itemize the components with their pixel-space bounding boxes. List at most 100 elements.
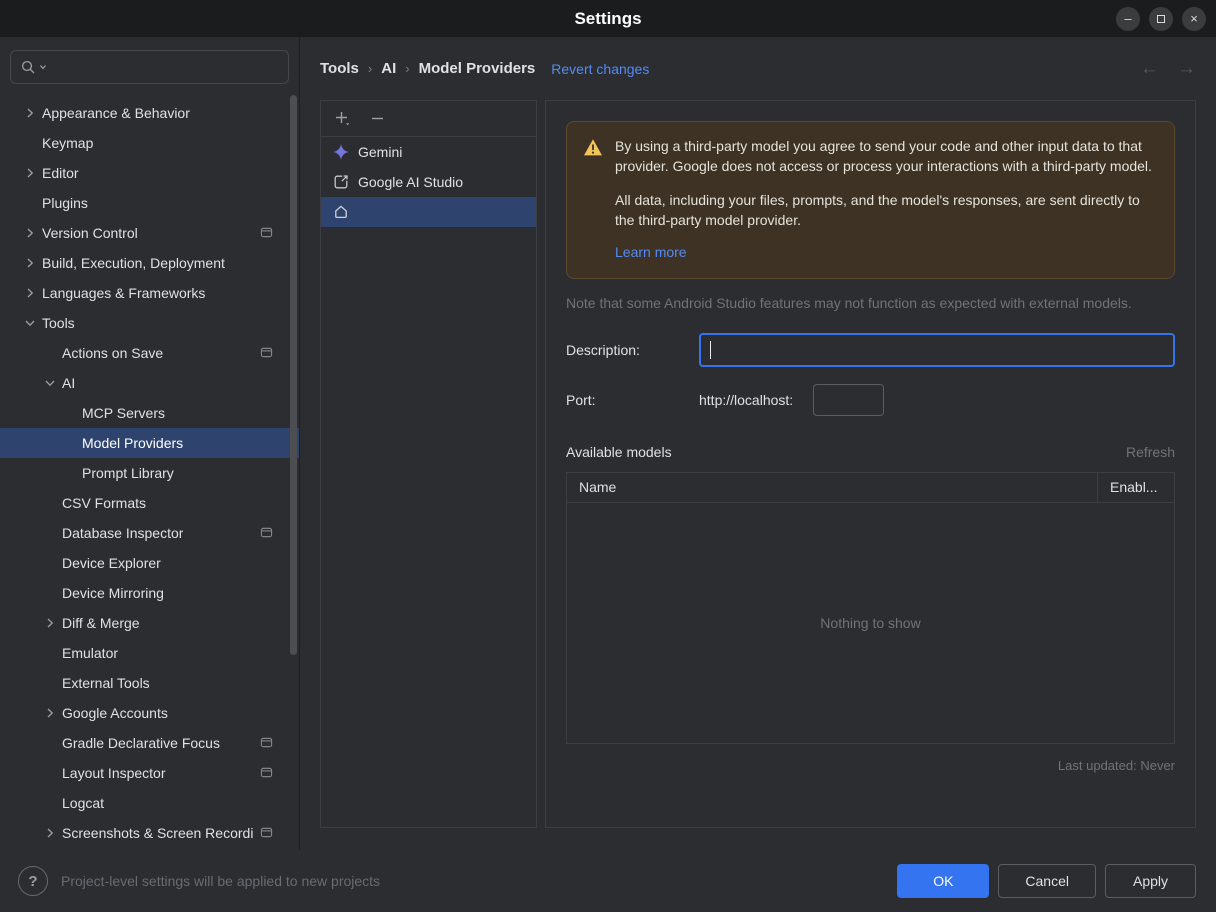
sidebar-scrollbar[interactable] <box>290 95 297 655</box>
close-button[interactable]: × <box>1182 6 1206 31</box>
ide-settings-badge-icon <box>260 766 273 779</box>
sidebar-item-plugins[interactable]: Plugins <box>0 188 299 218</box>
warning-icon <box>583 138 603 262</box>
sidebar-item-external-tools[interactable]: External Tools <box>0 668 299 698</box>
last-updated-text: Last updated: Never <box>1057 757 1175 773</box>
ide-settings-badge-icon <box>260 736 273 749</box>
sidebar-item-languages-frameworks[interactable]: Languages & Frameworks <box>0 278 299 308</box>
sidebar-item-database-inspector[interactable]: Database Inspector <box>0 518 299 548</box>
breadcrumb-tools[interactable]: Tools <box>320 60 359 77</box>
breadcrumb: Tools › AI › Model Providers Revert chan… <box>300 37 1216 100</box>
settings-search-input[interactable] <box>10 50 289 84</box>
sidebar-item-build-execution-deployment[interactable]: Build, Execution, Deployment <box>0 248 299 278</box>
learn-more-link[interactable]: Learn more <box>615 244 687 260</box>
description-input[interactable] <box>699 332 1175 367</box>
chevron-right-icon[interactable] <box>40 705 60 721</box>
ok-button[interactable]: OK <box>897 864 990 898</box>
sidebar-item-screenshots-screen-recordi[interactable]: Screenshots & Screen Recordi <box>0 818 299 848</box>
models-table-body: Nothing to show <box>567 503 1174 743</box>
back-arrow-icon[interactable]: ← <box>1140 58 1159 80</box>
minimize-button[interactable]: – <box>1116 6 1140 31</box>
text-caret <box>710 340 711 359</box>
revert-changes-link[interactable]: Revert changes <box>551 61 649 77</box>
refresh-link[interactable]: Refresh <box>1126 444 1175 460</box>
sidebar-item-emulator[interactable]: Emulator <box>0 638 299 668</box>
sidebar-item-logcat[interactable]: Logcat <box>0 788 299 818</box>
chevron-right-icon[interactable] <box>20 255 40 271</box>
sidebar-item-device-explorer[interactable]: Device Explorer <box>0 548 299 578</box>
warning-paragraph-1: By using a third-party model you agree t… <box>615 138 1152 174</box>
maximize-button[interactable] <box>1149 6 1173 31</box>
sidebar-item-ai[interactable]: AI <box>0 368 299 398</box>
remove-provider-button[interactable] <box>369 110 386 127</box>
port-input[interactable] <box>813 383 885 416</box>
add-provider-button[interactable] <box>333 109 352 128</box>
chevron-right-icon[interactable] <box>40 615 60 631</box>
sidebar-item-google-accounts[interactable]: Google Accounts <box>0 698 299 728</box>
sidebar-item-keymap[interactable]: Keymap <box>0 128 299 158</box>
gemini-icon <box>333 144 349 160</box>
footer-buttons: OK Cancel Apply <box>897 864 1196 898</box>
sidebar-item-diff-merge[interactable]: Diff & Merge <box>0 608 299 638</box>
window-title: Settings <box>574 8 642 28</box>
column-header-name[interactable]: Name <box>567 472 1098 502</box>
chevron-right-icon[interactable] <box>40 825 60 841</box>
provider-item-new[interactable] <box>321 197 536 227</box>
sidebar-item-label: Version Control <box>42 225 138 241</box>
sidebar-item-csv-formats[interactable]: CSV Formats <box>0 488 299 518</box>
sidebar-item-label: Device Mirroring <box>62 585 164 601</box>
history-nav: ← → <box>1140 58 1196 80</box>
provider-item-gemini[interactable]: Gemini <box>321 137 536 167</box>
breadcrumb-separator-icon: › <box>367 61 373 76</box>
settings-window: Settings – × Appearance & Behavior Keymap… <box>0 0 1216 912</box>
provider-item-google-ai-studio[interactable]: Google AI Studio <box>321 167 536 197</box>
description-label: Description: <box>566 341 640 358</box>
providers-toolbar <box>321 101 536 137</box>
available-models-label: Available models <box>566 443 672 460</box>
provider-form-panel: By using a third-party model you agree t… <box>545 100 1196 828</box>
sidebar-item-version-control[interactable]: Version Control <box>0 218 299 248</box>
ide-settings-badge-icon <box>260 346 273 359</box>
sidebar-item-label: Keymap <box>42 135 94 151</box>
breadcrumb-separator-icon: › <box>405 61 410 76</box>
question-mark-icon: ? <box>28 872 38 890</box>
empty-table-text: Nothing to show <box>820 614 921 631</box>
sidebar-item-label: Diff & Merge <box>62 615 140 631</box>
sidebar-item-label: Logcat <box>62 795 105 811</box>
titlebar: Settings – × <box>0 0 1216 37</box>
home-icon <box>333 204 349 220</box>
sidebar-item-appearance-behavior[interactable]: Appearance & Behavior <box>0 98 299 128</box>
chevron-right-icon[interactable] <box>20 285 40 301</box>
localhost-prefix: http://localhost: <box>699 391 794 408</box>
sidebar-item-label: Gradle Declarative Focus <box>62 735 220 751</box>
sidebar-item-tools[interactable]: Tools <box>0 308 299 338</box>
sidebar-item-gradle-declarative-focus[interactable]: Gradle Declarative Focus <box>0 728 299 758</box>
minimize-icon: – <box>1124 11 1132 26</box>
sidebar-item-editor[interactable]: Editor <box>0 158 299 188</box>
sidebar-item-label: CSV Formats <box>62 495 147 511</box>
forward-arrow-icon[interactable]: → <box>1177 58 1196 80</box>
ai-studio-icon <box>333 174 349 190</box>
chevron-down-icon[interactable] <box>20 315 40 331</box>
chevron-down-icon[interactable] <box>40 375 60 391</box>
port-label: Port: <box>566 391 596 408</box>
apply-button[interactable]: Apply <box>1105 864 1196 898</box>
chevron-right-icon[interactable] <box>20 105 40 121</box>
help-button[interactable]: ? <box>18 866 48 896</box>
cancel-button[interactable]: Cancel <box>998 864 1096 898</box>
search-history-chevron-icon[interactable] <box>38 62 48 72</box>
sidebar-item-layout-inspector[interactable]: Layout Inspector <box>0 758 299 788</box>
sidebar-item-label: Model Providers <box>82 435 184 451</box>
sidebar-item-device-mirroring[interactable]: Device Mirroring <box>0 578 299 608</box>
sidebar-item-label: Appearance & Behavior <box>42 105 190 121</box>
sidebar-item-model-providers[interactable]: Model Providers <box>0 428 299 458</box>
chevron-right-icon[interactable] <box>20 225 40 241</box>
chevron-right-icon[interactable] <box>20 165 40 181</box>
column-header-enabled[interactable]: Enabl... <box>1098 473 1174 502</box>
sidebar-item-mcp-servers[interactable]: MCP Servers <box>0 398 299 428</box>
breadcrumb-model-providers[interactable]: Model Providers <box>419 60 536 77</box>
sidebar-item-actions-on-save[interactable]: Actions on Save <box>0 338 299 368</box>
breadcrumb-ai[interactable]: AI <box>381 60 396 77</box>
sidebar-item-prompt-library[interactable]: Prompt Library <box>0 458 299 488</box>
close-icon: × <box>1190 11 1198 26</box>
